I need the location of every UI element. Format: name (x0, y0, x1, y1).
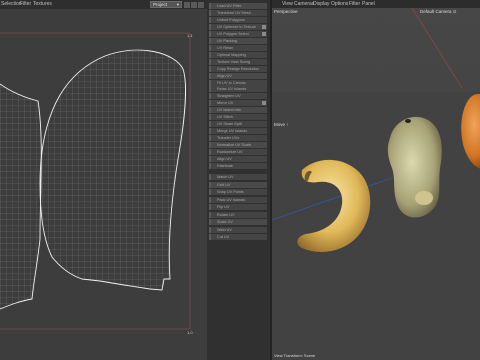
menu-view[interactable]: View (282, 1, 293, 7)
tool-list-item[interactable]: UV Relax (209, 45, 267, 51)
tool-list-item[interactable]: Flip UV (209, 204, 267, 210)
tool-list-item[interactable]: Straighten UV (209, 93, 267, 99)
viewport-3d[interactable]: View Cameras Display Options Filter Pane… (272, 0, 480, 360)
uv-editor-panel: Selection Filter Textures Project ▾ 1,1 … (0, 0, 207, 360)
uv-mode-select[interactable]: Project ▾ (150, 1, 182, 8)
uv-tool-list: Load UV Filter Transform UV Mesh Unfold Po… (207, 0, 270, 360)
menu-selection[interactable]: Selection (1, 1, 22, 7)
uv-corner-top-right: 1,1 (187, 33, 193, 38)
tool-list-item[interactable]: Snap UV Points (209, 189, 267, 195)
viewport-menubar: View Cameras Display Options Filter Pane… (272, 0, 480, 8)
tool-list-item[interactable]: UV Optimize to Texture (209, 24, 267, 30)
tool-list-item[interactable]: Merge UV Islands (209, 128, 267, 134)
tool-list-item[interactable]: Randomize UV (209, 149, 267, 155)
tool-list-item[interactable]: Scale UV (209, 219, 267, 225)
tool-list-item[interactable]: Load UV Filter (209, 3, 267, 9)
tool-list-item[interactable]: Relax UV Islands (209, 86, 267, 92)
view-name-label: Perspective (274, 9, 298, 14)
tool-list-item[interactable]: Match UV (209, 174, 267, 180)
fit-view-icon[interactable] (184, 2, 190, 8)
settings-icon[interactable] (198, 2, 204, 8)
tool-list-item[interactable]: Align UV (209, 156, 267, 162)
ground-plane (272, 92, 480, 360)
menu-textures[interactable]: Textures (33, 1, 52, 7)
menu-cameras[interactable]: Cameras (294, 1, 314, 7)
uv-canvas[interactable] (0, 9, 207, 360)
checkbox-icon[interactable] (262, 101, 266, 105)
tool-list-item[interactable]: Transform UV Mesh (209, 10, 267, 16)
camera-label[interactable]: Default Camera ⊙ (420, 9, 457, 15)
uv-island-left[interactable] (0, 83, 42, 310)
uv-island-right[interactable] (39, 49, 186, 291)
tool-list-item[interactable]: UV Packing (209, 38, 267, 44)
uv-viewport[interactable]: 1,1 1,0 (0, 9, 207, 360)
axis-label: Move ↑ (274, 122, 289, 127)
tool-list-item[interactable]: UV Polygon Select (209, 31, 267, 37)
tool-list-item[interactable]: Rotate UV (209, 211, 267, 218)
tool-list-item[interactable]: Normalize UV Scale (209, 142, 267, 148)
tool-list-item[interactable]: UV Island Info (209, 107, 267, 113)
tool-list-item[interactable]: Unfold Polygons (209, 17, 267, 23)
tool-list-item[interactable]: Texture View Sizing (209, 59, 267, 65)
tool-list-item[interactable]: Pack UV Islands (209, 196, 267, 203)
grid-icon[interactable] (191, 2, 197, 8)
tool-list-item[interactable]: Align UV (209, 73, 267, 79)
tool-list-item[interactable]: Optimal Mapping (209, 52, 267, 58)
menu-panel[interactable]: Panel (362, 1, 375, 7)
tool-list-item[interactable]: Copy Realign Resolution (209, 66, 267, 72)
tool-list-item[interactable]: Cut UV (209, 234, 267, 240)
uv-mode-label: Project (153, 2, 168, 7)
uv-menubar: Selection Filter Textures Project ▾ (0, 0, 207, 9)
chevron-down-icon: ▾ (176, 2, 179, 7)
viewport-scene[interactable] (272, 8, 480, 360)
tool-list-item[interactable]: Transfer UVs (209, 135, 267, 141)
tool-list-item[interactable]: Distribute (209, 163, 267, 169)
tool-list-item[interactable]: UV Seam Split (209, 121, 267, 127)
menu-display[interactable]: Display (313, 1, 329, 7)
menu-options[interactable]: Options (331, 1, 348, 7)
viewport-footer: View Transform: Scene (274, 353, 316, 358)
tool-list-item[interactable]: Weld UV (209, 226, 267, 233)
menu-filter[interactable]: Filter (20, 1, 31, 7)
checkbox-icon[interactable] (262, 32, 266, 36)
uv-corner-bottom-right: 1,0 (187, 330, 193, 335)
menu-filter[interactable]: Filter (349, 1, 360, 7)
tool-list-item[interactable]: Mirror UV (209, 100, 267, 106)
tool-list-item[interactable]: Grid UV (209, 181, 267, 188)
checkbox-icon[interactable] (262, 25, 266, 29)
tool-list-item[interactable]: UV Stitch (209, 114, 267, 120)
